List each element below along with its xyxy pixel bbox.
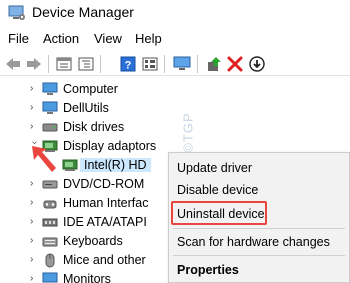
back-arrow-icon[interactable] (4, 56, 22, 72)
chevron-right-icon[interactable]: › (30, 216, 40, 228)
tree-item-label: Monitors (63, 272, 111, 283)
device-list-icon[interactable] (141, 56, 159, 72)
properties-window-icon[interactable] (55, 56, 73, 72)
menu-disable-device[interactable]: Disable device (177, 183, 258, 197)
chevron-right-icon[interactable]: › (30, 83, 40, 95)
toolbar: ? (0, 52, 350, 76)
tree-item-label: Display adaptors (63, 139, 157, 153)
dvd-drive-icon (42, 177, 58, 192)
tree-item-label: Disk drives (63, 120, 125, 134)
monitor-scan-icon[interactable] (173, 56, 191, 72)
toolbar-separator (164, 55, 165, 73)
monitor-icon (42, 272, 58, 283)
chevron-right-icon[interactable]: › (30, 273, 40, 283)
title-bar: Device Manager (0, 0, 350, 26)
tree-item-label: IDE ATA/ATAPI (63, 215, 147, 229)
mouse-icon (42, 253, 58, 268)
menu-bar: File Action View Help (0, 28, 350, 50)
monitor-icon (42, 101, 58, 116)
window-title: Device Manager (32, 4, 134, 20)
chevron-right-icon[interactable]: › (30, 254, 40, 266)
tree-item-dellutils[interactable]: › DellUtils (0, 99, 350, 118)
disable-down-arrow-icon[interactable] (248, 56, 266, 72)
menu-separator (173, 228, 345, 229)
menu-properties[interactable]: Properties (177, 263, 239, 277)
chevron-right-icon[interactable]: › (30, 102, 40, 114)
toolbar-separator (48, 55, 49, 73)
menu-help[interactable]: Help (135, 31, 162, 46)
chevron-right-icon[interactable]: › (30, 197, 40, 209)
menu-update-driver[interactable]: Update driver (177, 161, 252, 175)
toolbar-separator (100, 55, 101, 73)
tree-view-icon[interactable] (77, 56, 95, 72)
menu-scan-hardware[interactable]: Scan for hardware changes (177, 235, 330, 249)
red-arrow-annotation-icon (28, 142, 58, 176)
tree-item-label: Computer (63, 82, 118, 96)
device-manager-icon (8, 5, 26, 21)
tree-item-label: DVD/CD-ROM (63, 177, 145, 191)
tree-item-disk-drives[interactable]: › Disk drives (0, 118, 350, 137)
help-icon[interactable]: ? (119, 56, 137, 72)
tree-item-label: DellUtils (63, 101, 109, 115)
uninstall-x-icon[interactable] (226, 56, 244, 72)
hid-icon (42, 196, 58, 211)
svg-text:?: ? (125, 60, 132, 72)
tree-item-label: Keyboards (63, 234, 123, 248)
menu-view[interactable]: View (94, 31, 122, 46)
forward-arrow-icon[interactable] (25, 56, 43, 72)
tree-item-label: Intel(R) HD (80, 158, 151, 172)
keyboard-icon (42, 234, 58, 249)
watermark-text: ©TGP (180, 112, 196, 153)
tree-item-label: Human Interfac (63, 196, 149, 210)
chevron-right-icon[interactable]: › (30, 121, 40, 133)
chevron-right-icon[interactable]: › (30, 178, 40, 190)
disk-drive-icon (42, 120, 58, 135)
toolbar-separator (197, 55, 198, 73)
display-adapter-icon (62, 158, 78, 173)
tree-item-label: Mice and other (63, 253, 146, 267)
menu-file[interactable]: File (8, 31, 29, 46)
chevron-right-icon[interactable]: › (30, 235, 40, 247)
update-driver-icon[interactable] (205, 56, 223, 72)
ide-controller-icon (42, 215, 58, 230)
menu-separator (173, 255, 345, 256)
computer-icon (42, 82, 58, 97)
menu-action[interactable]: Action (43, 31, 79, 46)
uninstall-highlight-box (171, 201, 267, 225)
tree-item-computer[interactable]: › Computer (0, 80, 350, 99)
